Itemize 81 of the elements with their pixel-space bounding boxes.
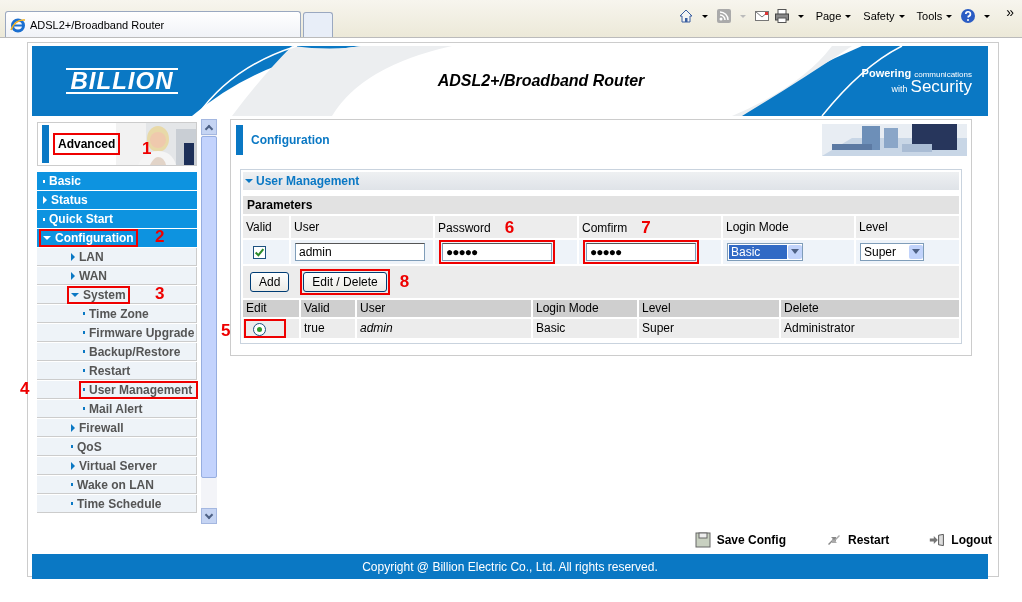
scroll-thumb[interactable] <box>201 136 217 478</box>
login-mode-select[interactable]: Basic <box>727 243 803 261</box>
feed-icon[interactable] <box>715 8 732 24</box>
column-header: Delete <box>781 300 959 317</box>
menu-button[interactable]: Safety <box>859 10 909 22</box>
home-icon[interactable] <box>677 8 694 24</box>
action-button[interactable]: Edit / Delete <box>303 272 387 292</box>
callout-number: 6 <box>504 218 515 237</box>
column-header: Level <box>639 300 779 317</box>
callout-number: 4 <box>20 379 30 399</box>
brand-logo: BILLION <box>66 68 178 94</box>
logout-button[interactable]: Logout <box>929 532 992 548</box>
collapse-arrow-icon[interactable] <box>245 179 253 183</box>
mode-tab[interactable]: Advanced 1 <box>37 122 197 166</box>
panel-title: Configuration <box>251 132 330 147</box>
table-cell: true <box>301 319 355 338</box>
accent-bar <box>42 125 49 163</box>
scroll-down-button[interactable] <box>201 508 217 524</box>
floppy-icon <box>694 532 711 548</box>
mode-label[interactable]: Advanced <box>53 133 121 155</box>
menu-button[interactable]: Tools <box>912 10 957 22</box>
edit-radio-button[interactable] <box>253 322 266 336</box>
browser-tab[interactable]: ADSL2+/Broadband Router <box>5 11 301 37</box>
help-icon[interactable] <box>960 8 977 24</box>
sidebar-item[interactable]: User Management <box>79 380 199 399</box>
sidebar-item[interactable]: System <box>67 285 130 304</box>
column-header: Level <box>859 220 888 234</box>
menu-button[interactable]: Page <box>811 10 856 22</box>
expand-arrow-icon[interactable] <box>71 252 75 261</box>
copyright-text: Copyright @ Billion Electric Co., Ltd. All rights reserved. <box>362 559 658 574</box>
tagline-text: with <box>891 84 908 94</box>
table-cell: Administrator <box>781 319 959 338</box>
expand-arrow-icon[interactable] <box>71 271 75 280</box>
column-header: User <box>357 300 531 317</box>
column-header: Valid <box>301 300 355 317</box>
column-header: Login Mode <box>726 220 789 234</box>
table-cell: admin <box>357 319 531 338</box>
expand-arrow-icon[interactable] <box>71 292 79 297</box>
expand-arrow-icon[interactable] <box>71 423 75 432</box>
callout-number: 3 <box>155 284 165 304</box>
sidebar-item[interactable]: Firmware Upgrade <box>79 323 201 342</box>
callout-number: 5 <box>221 321 231 340</box>
section-toggle[interactable]: User Management <box>243 174 362 188</box>
column-header: Edit <box>243 300 299 317</box>
arrows-icon <box>826 532 842 548</box>
caret-icon[interactable] <box>797 14 804 18</box>
password-input-field[interactable]: ●●●●● <box>442 243 552 261</box>
expand-arrow-icon[interactable] <box>71 461 75 470</box>
action-button[interactable]: Add <box>250 272 290 292</box>
mail-icon[interactable] <box>753 8 770 24</box>
parameters-header: Parameters <box>243 196 959 214</box>
column-header: Valid <box>246 220 272 234</box>
caret-icon[interactable] <box>984 14 991 18</box>
restart-button[interactable]: Restart <box>826 532 890 548</box>
door-icon <box>929 532 946 548</box>
page-title: ADSL2+/Broadband Router <box>436 72 646 90</box>
callout-number: 2 <box>155 227 165 247</box>
column-header: Login Mode <box>533 300 637 317</box>
scroll-up-button[interactable] <box>201 119 217 135</box>
level-select[interactable]: Super <box>860 243 924 261</box>
callout-number: 7 <box>641 218 651 237</box>
overflow-chevron[interactable]: » <box>1006 4 1014 20</box>
valid-checkbox[interactable] <box>253 245 266 259</box>
user-input-field[interactable]: admin <box>295 243 425 261</box>
browser-logo-icon <box>10 16 26 33</box>
tagline-text: communications <box>914 70 972 79</box>
scrollbar[interactable] <box>201 119 217 524</box>
column-header: User <box>294 220 320 234</box>
callout-number: 1 <box>142 139 152 159</box>
tagline-text: Security <box>910 77 972 96</box>
callout-number: 8 <box>399 272 410 292</box>
tagline-text: Powering <box>861 67 912 79</box>
caret-icon[interactable] <box>701 14 708 18</box>
save-config-button[interactable]: Save Config <box>694 532 786 548</box>
password-input-field[interactable]: ●●●●● <box>586 243 696 261</box>
column-header: Password <box>438 221 491 235</box>
accent-bar <box>236 124 243 155</box>
printer-icon[interactable] <box>773 8 790 24</box>
column-header: Comfirm <box>582 221 628 235</box>
table-cell: Basic <box>533 319 637 338</box>
table-cell: Super <box>639 319 779 338</box>
